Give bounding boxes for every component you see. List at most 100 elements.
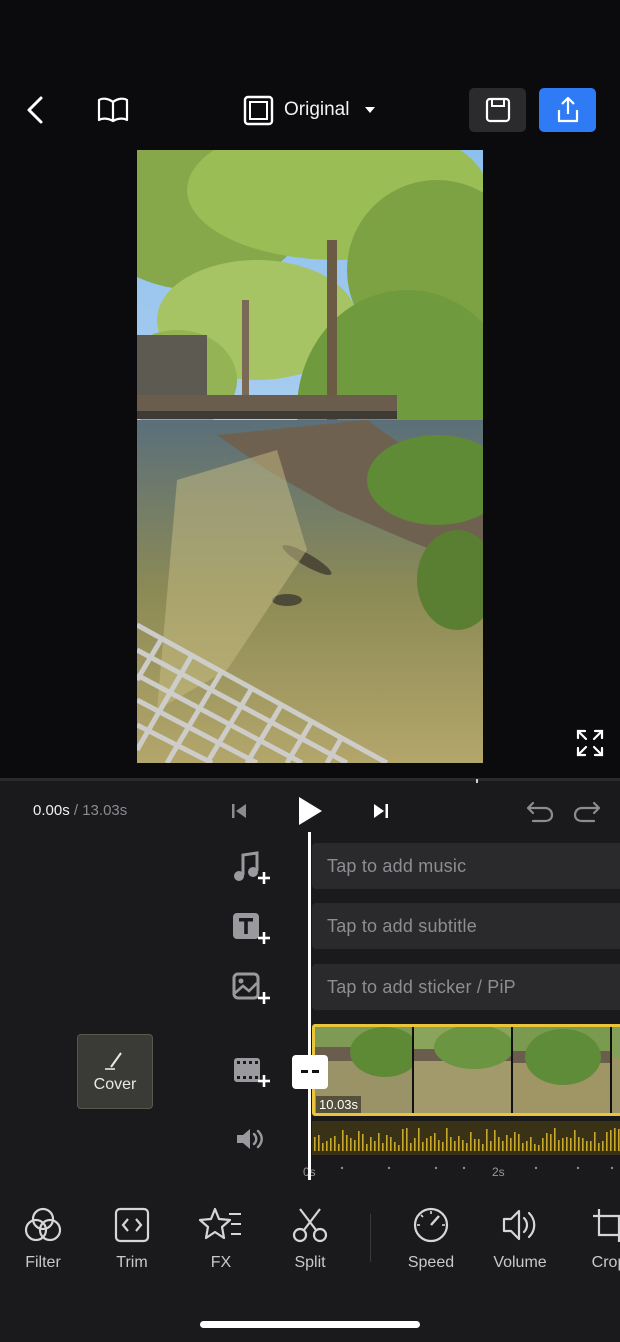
tool-trim[interactable]: Trim: [92, 1206, 172, 1272]
subtitle-track[interactable]: Tap to add subtitle: [312, 903, 620, 949]
expand-icon: [576, 729, 604, 757]
original-audio-button[interactable]: [232, 1124, 268, 1154]
pen-icon: [105, 1051, 122, 1070]
waveform-bar: [526, 1141, 528, 1151]
tool-crop-clip: Crop: [580, 1195, 620, 1285]
skip-end-button[interactable]: [368, 797, 394, 825]
toolbar-separator: [370, 1214, 371, 1262]
waveform-bar: [510, 1138, 512, 1151]
waveform-bar: [350, 1138, 352, 1151]
waveform-bar: [386, 1135, 388, 1151]
waveform-bar: [426, 1138, 428, 1151]
cover-button[interactable]: Cover: [77, 1034, 153, 1109]
tool-split[interactable]: Split: [270, 1206, 350, 1272]
cover-label: Cover: [93, 1075, 137, 1093]
clip-thumbnail: [414, 1027, 513, 1113]
waveform-bar: [374, 1141, 376, 1151]
fx-icon: [199, 1207, 241, 1240]
play-button[interactable]: [291, 792, 329, 830]
ruler-ticks: [340, 1166, 614, 1170]
text-add-icon: [233, 913, 270, 944]
tool-crop[interactable]: Crop: [580, 1206, 620, 1272]
waveform-bar: [462, 1140, 464, 1151]
redo-button[interactable]: [570, 796, 604, 826]
upload-icon: [557, 96, 578, 123]
chevron-left-icon: [27, 96, 43, 124]
waveform-bar: [418, 1128, 420, 1151]
waveform-bar: [562, 1138, 564, 1151]
split-icon: [292, 1208, 328, 1243]
waveform-bar: [430, 1136, 432, 1151]
fullscreen-button[interactable]: [572, 725, 608, 761]
tool-filter[interactable]: Filter: [3, 1206, 83, 1272]
tool-crop-label: Crop: [591, 1254, 620, 1271]
waveform-bar: [434, 1133, 436, 1151]
progress-divider: [0, 778, 620, 781]
time-display: 0.00s / 13.03s: [33, 802, 127, 819]
add-clip-button[interactable]: [230, 1053, 272, 1091]
waveform-bar: [566, 1137, 568, 1151]
waveform-bar: [454, 1141, 456, 1151]
book-icon: [97, 97, 129, 123]
waveform-bar: [574, 1130, 576, 1151]
waveform-bar: [442, 1142, 444, 1151]
tutorial-button[interactable]: [95, 94, 131, 126]
waveform-bar: [470, 1132, 472, 1151]
video-preview[interactable]: [137, 150, 483, 763]
waveform-bar: [358, 1131, 360, 1151]
tool-volume-label: Volume: [493, 1254, 547, 1271]
waveform-bar: [558, 1140, 560, 1151]
tool-fx[interactable]: FX: [181, 1206, 261, 1272]
waveform-bar: [478, 1139, 480, 1151]
tool-split-label: Split: [294, 1254, 326, 1271]
transition-icon: [301, 1070, 319, 1073]
transition-handle[interactable]: [292, 1055, 328, 1089]
waveform-bar: [318, 1135, 320, 1151]
export-button[interactable]: [539, 88, 596, 132]
sticker-add-icon: [232, 972, 270, 1004]
waveform-bar: [570, 1138, 572, 1151]
waveform-bar: [602, 1141, 604, 1151]
waveform-bar: [322, 1143, 324, 1151]
save-icon: [485, 97, 510, 123]
music-track[interactable]: Tap to add music: [312, 843, 620, 889]
tool-speed-label: Speed: [407, 1254, 455, 1271]
sticker-track-placeholder: Tap to add sticker / PiP: [327, 976, 516, 997]
waveform-bar: [398, 1145, 400, 1151]
home-indicator: [200, 1321, 420, 1328]
save-draft-button[interactable]: [469, 88, 526, 132]
aspect-ratio-selector[interactable]: Original: [243, 93, 377, 127]
add-sticker-button[interactable]: [230, 970, 272, 1008]
waveform-bar: [482, 1144, 484, 1151]
skip-back-icon: [232, 804, 246, 818]
audio-waveform[interactable]: [312, 1121, 620, 1155]
skip-start-button[interactable]: [226, 797, 252, 825]
tool-volume[interactable]: Volume: [480, 1206, 560, 1272]
add-music-button[interactable]: [230, 850, 272, 888]
back-button[interactable]: [18, 92, 52, 128]
video-frame-image: [137, 150, 483, 763]
tool-fx-label: FX: [210, 1254, 232, 1271]
undo-button[interactable]: [523, 796, 557, 826]
waveform-bar: [542, 1138, 544, 1151]
waveform-bar: [346, 1135, 348, 1151]
waveform-bar: [458, 1136, 460, 1151]
waveform-bar: [378, 1133, 380, 1151]
waveform-bar: [370, 1137, 372, 1151]
current-time: 0.00s: [33, 802, 70, 819]
add-subtitle-button[interactable]: [230, 910, 272, 948]
waveform-bar: [586, 1141, 588, 1151]
waveform-bar: [406, 1128, 408, 1151]
tool-filter-label: Filter: [25, 1254, 61, 1271]
sticker-track[interactable]: Tap to add sticker / PiP: [312, 964, 620, 1010]
skip-forward-icon: [374, 804, 388, 818]
playhead[interactable]: [308, 832, 311, 1180]
progress-marker: [476, 779, 478, 783]
waveform-bar: [514, 1132, 516, 1151]
film-add-icon: [234, 1058, 270, 1087]
volume-icon: [502, 1209, 536, 1241]
tool-speed[interactable]: Speed: [391, 1206, 471, 1272]
trim-icon: [114, 1207, 150, 1243]
waveform-bar: [474, 1139, 476, 1151]
waveform-bar: [618, 1129, 620, 1151]
